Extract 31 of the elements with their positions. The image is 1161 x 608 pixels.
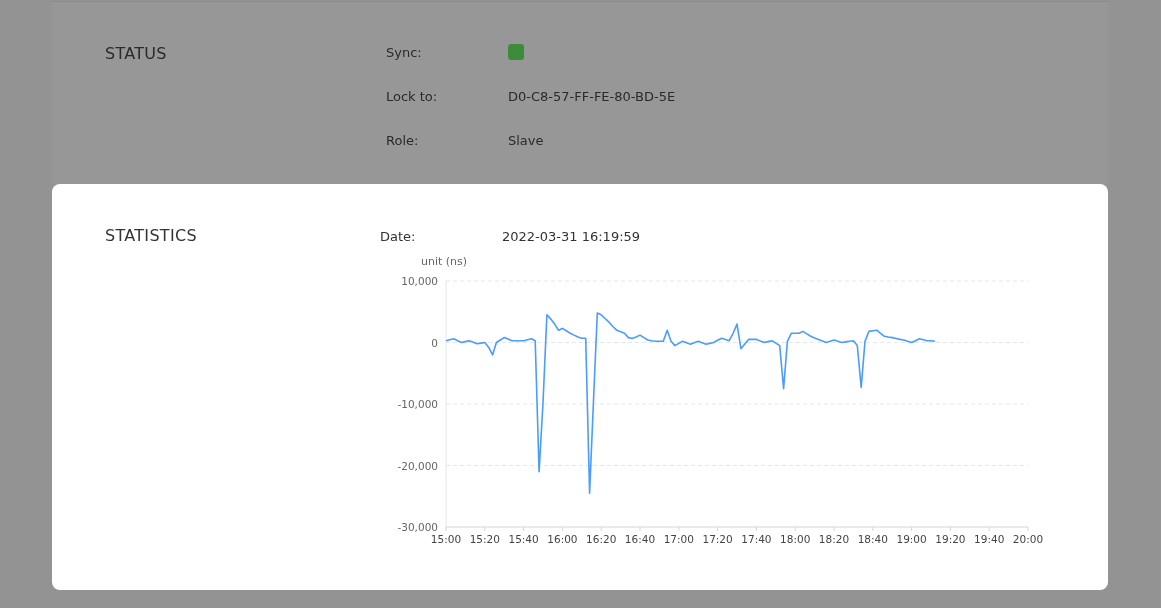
x-tick-label: 17:00 bbox=[663, 533, 694, 545]
axis-unit-label: unit (ns) bbox=[421, 255, 468, 268]
y-tick-label: -30,000 bbox=[397, 521, 438, 533]
y-tick-label: 10,000 bbox=[401, 275, 438, 287]
field-value: 2022-03-31 16:19:59 bbox=[502, 228, 641, 244]
y-tick-label: 0 bbox=[431, 336, 438, 349]
x-tick-label: 16:20 bbox=[586, 533, 617, 545]
x-tick-label: 16:00 bbox=[547, 533, 578, 545]
x-tick-label: 16:40 bbox=[624, 533, 656, 545]
field-label: Date: bbox=[380, 228, 417, 244]
x-tick-label: 15:40 bbox=[508, 533, 539, 545]
y-tick-label: -10,000 bbox=[397, 398, 438, 410]
field-label: Lock to: bbox=[386, 88, 439, 104]
x-tick-label: 18:40 bbox=[857, 533, 888, 545]
field-label: Sync: bbox=[386, 44, 423, 60]
x-tick-label: 20:00 bbox=[1012, 533, 1044, 545]
field-value: D0-C8-57-FF-FE-80-BD-5E bbox=[508, 88, 676, 104]
x-tick-label: 19:20 bbox=[935, 533, 966, 545]
x-tick-label: 19:00 bbox=[896, 533, 927, 545]
field-label: Role: bbox=[386, 132, 420, 148]
x-tick-label: 18:00 bbox=[780, 533, 811, 545]
x-tick-label: 19:40 bbox=[974, 533, 1005, 545]
x-tick-label: 17:20 bbox=[702, 533, 733, 545]
x-tick-label: 17:40 bbox=[741, 533, 772, 545]
field-value: Slave bbox=[508, 132, 544, 148]
x-tick-label: 18:20 bbox=[818, 533, 850, 545]
section-title: STATISTICS bbox=[105, 226, 198, 247]
x-tick-label: 15:00 bbox=[430, 533, 462, 545]
section-title: STATUS bbox=[105, 44, 168, 65]
x-tick-label: 15:20 bbox=[469, 533, 500, 545]
y-tick-label: -20,000 bbox=[397, 459, 438, 472]
